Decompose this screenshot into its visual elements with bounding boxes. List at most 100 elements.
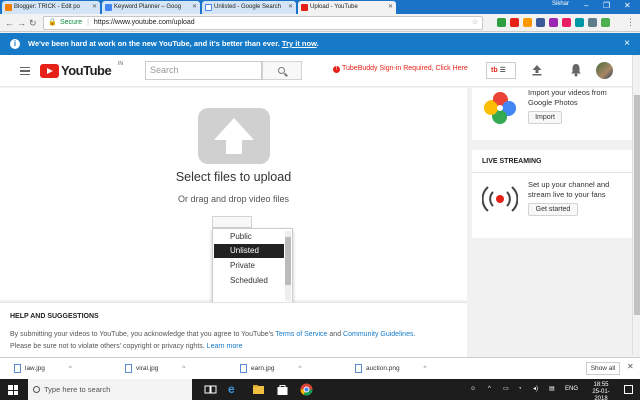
chevron-up-icon[interactable]: ^ [423,365,426,372]
chrome-icon[interactable] [300,383,313,396]
close-icon[interactable]: ✕ [627,362,634,371]
browser-tab-blogger[interactable]: Blogger: TRICK - Edit po ✕ [2,1,100,14]
page-scrollbar[interactable] [632,55,640,355]
close-icon[interactable]: ✕ [288,1,293,14]
close-icon[interactable]: ✕ [92,1,97,14]
hamburger-menu-icon[interactable] [20,67,30,75]
browser-tab-google-search[interactable]: Unlisted - Google Search ✕ [202,1,296,14]
avatar[interactable] [596,62,613,79]
google-icon [205,4,212,11]
chevron-up-icon[interactable]: ^ [182,365,185,372]
info-icon: i [10,39,20,49]
help-suggestions-card: HELP AND SUGGESTIONS By submitting your … [0,302,467,357]
action-center-icon[interactable]: ▤ [549,379,555,400]
chevron-up-icon[interactable]: ^ [298,365,301,372]
back-icon[interactable]: ← [5,16,14,30]
download-item-viral[interactable]: viral.jpg ^ [125,363,185,375]
privacy-select[interactable] [212,216,252,228]
image-file-icon [355,364,362,373]
download-item-auction[interactable]: auction.png ^ [355,363,427,375]
browser-tab-label: Blogger: TRICK - Edit po [14,4,80,10]
download-item-law[interactable]: law.jpg ^ [14,363,72,375]
scrollbar-thumb[interactable] [285,237,291,285]
privacy-dropdown[interactable]: Public Unlisted Private Scheduled [212,228,293,304]
taskbar-clock[interactable]: 18:55 25-01-2018 [586,382,616,400]
extension-icon-teal[interactable] [575,18,584,27]
scrollbar-thumb[interactable] [634,95,640,315]
notifications-bell-icon[interactable] [570,63,582,77]
banner-message: We've been hard at work on the new YouTu… [28,39,280,48]
browser-tab-keyword-planner[interactable]: Keyword Planner – Goog ✕ [102,1,200,14]
browser-tab-label: Keyword Planner – Goog [114,4,182,10]
people-icon[interactable]: ☺ [470,379,476,400]
try-it-now-link[interactable]: Try it now [282,39,317,48]
terms-of-service-link[interactable]: Terms of Service [275,331,327,338]
task-view-icon[interactable] [204,383,217,396]
divider [472,172,632,173]
live-streaming-text: Set up your channel and stream live to y… [528,180,610,199]
extension-icon-blue[interactable] [536,18,545,27]
extension-icon-green[interactable] [497,18,506,27]
youtube-header: YouTube IN Search ! TubeBuddy Sign-in Req… [0,55,632,87]
bookmark-star-icon[interactable]: ☆ [472,17,478,29]
windows-start-icon[interactable] [8,385,18,395]
download-item-earn[interactable]: earn.jpg ^ [240,363,301,375]
close-window-icon[interactable]: ✕ [624,0,631,12]
tubebuddy-signin-warning[interactable]: ! TubeBuddy Sign-in Required, Click Here [333,65,468,73]
privacy-option-scheduled[interactable]: Scheduled [214,274,284,288]
menu-lines-icon: ☰ [499,67,506,74]
privacy-option-unlisted[interactable]: Unlisted [214,244,284,258]
edge-browser-icon[interactable]: e [228,383,241,396]
battery-icon[interactable]: ▭ [503,379,509,400]
browser-tab-upload-youtube[interactable]: Upload - YouTube ✕ [298,1,396,14]
notifications-icon[interactable] [624,385,633,394]
search-button[interactable] [262,61,302,80]
new-youtube-banner: i We've been hard at work on the new You… [0,33,640,55]
close-icon[interactable]: ✕ [388,1,393,14]
tubebuddy-logo: tb [491,67,498,74]
file-explorer-icon[interactable] [252,383,265,396]
search-input[interactable]: Search [145,61,262,80]
privacy-option-public[interactable]: Public [214,230,284,244]
extension-icon-red[interactable] [510,18,519,27]
dropdown-scrollbar[interactable] [285,231,291,301]
upload-arrow-icon[interactable] [198,108,270,164]
show-all-downloads-button[interactable]: Show all [586,362,620,375]
url-text: https://www.youtube.com/upload [93,19,195,26]
extension-icon-orange[interactable] [523,18,532,27]
adwords-icon [105,4,112,11]
close-icon[interactable]: × [624,33,630,55]
upload-icon[interactable] [531,64,543,76]
extension-icon-lime[interactable] [601,18,610,27]
country-code: IN [118,61,123,67]
import-button[interactable]: Import [528,111,562,124]
upload-title[interactable]: Select files to upload [0,170,467,184]
extension-icon-pink[interactable] [562,18,571,27]
upload-subtitle: Or drag and drop video files [177,194,290,204]
maximize-icon[interactable]: ❐ [603,0,610,12]
chevron-up-icon[interactable]: ^ [69,365,72,372]
community-guidelines-link[interactable]: Community Guidelines [343,331,413,338]
language-indicator[interactable]: ENG [565,379,578,400]
privacy-option-private[interactable]: Private [214,259,284,273]
forward-icon[interactable]: → [17,16,26,30]
minimize-icon[interactable]: – [584,0,588,12]
get-started-button[interactable]: Get started [528,203,578,216]
volume-icon[interactable]: ◂) [533,379,538,400]
chevron-up-icon[interactable]: ^ [488,379,491,400]
extension-icon-purple[interactable] [549,18,558,27]
tubebuddy-button[interactable]: tb ☰ [486,62,516,79]
address-bar[interactable]: 🔒 Secure | https://www.youtube.com/uploa… [43,16,483,30]
windows-taskbar: Type here to search e ☺ ^ ▭ ◔ ◂) ▤ ENG 1… [0,379,640,400]
extension-icon-grey[interactable] [588,18,597,27]
image-file-icon [14,364,21,373]
profile-name[interactable]: Sikhar [552,1,569,7]
learn-more-link[interactable]: Learn more [207,343,243,350]
taskbar-search-input[interactable]: Type here to search [28,379,192,400]
chrome-menu-icon[interactable]: ⋮ [626,15,635,29]
close-icon[interactable]: ✕ [192,1,197,14]
import-photos-card: Import your videos from Google Photos Im… [472,88,632,140]
reload-icon[interactable]: ↻ [29,16,37,30]
wifi-icon[interactable]: ◔ [518,379,522,400]
store-icon[interactable] [276,383,289,396]
